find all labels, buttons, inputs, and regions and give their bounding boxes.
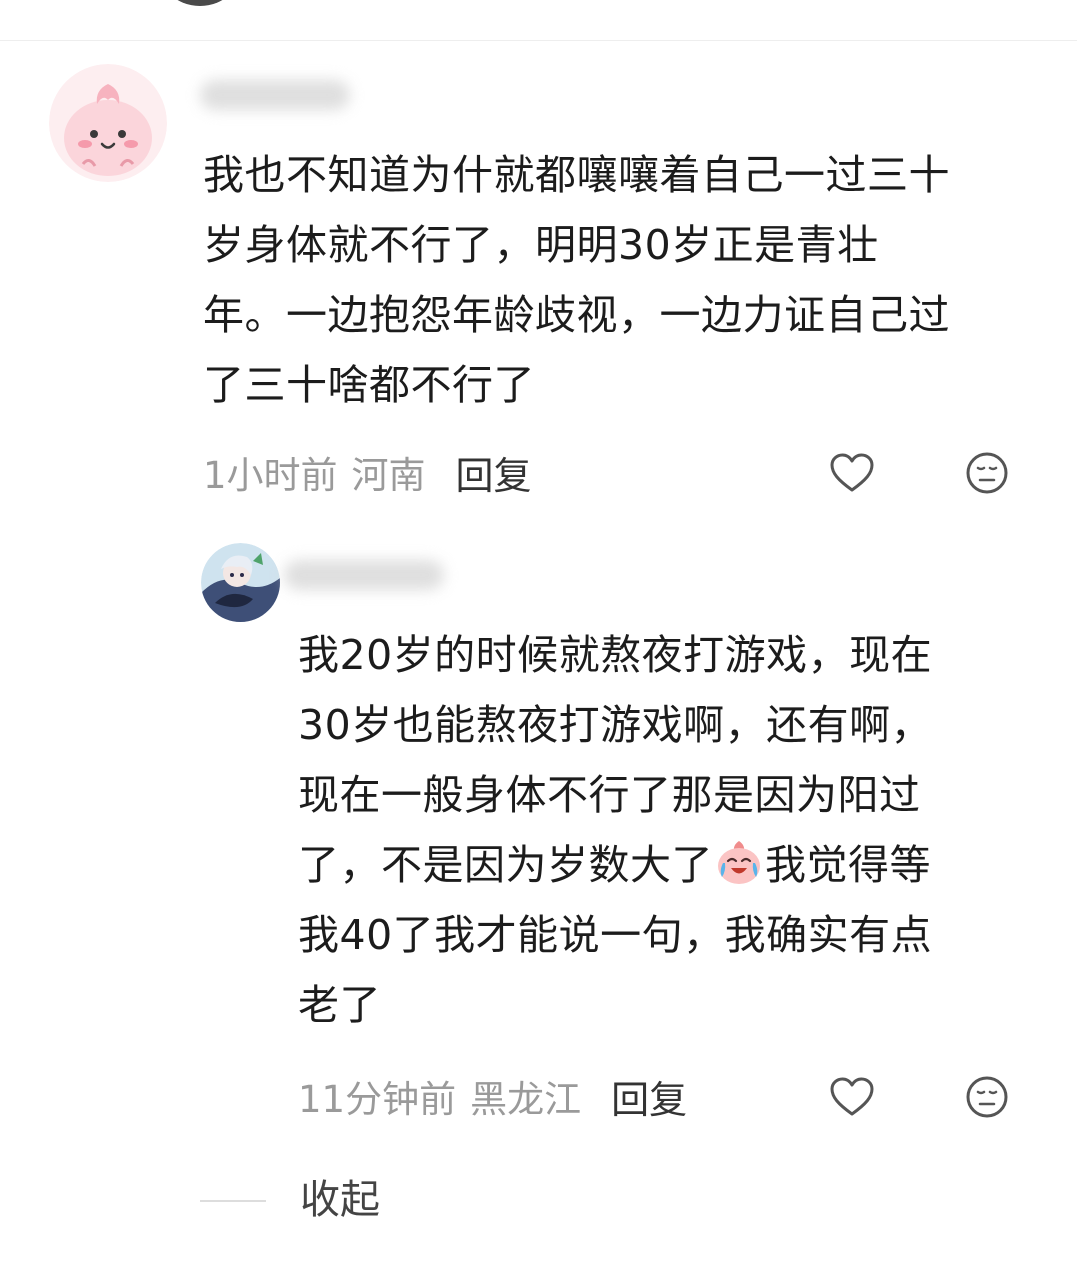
heart-icon xyxy=(830,1077,874,1116)
reply-button[interactable]: 回复 xyxy=(456,445,532,500)
anime-character-avatar-icon xyxy=(201,543,280,622)
reply-like-button[interactable] xyxy=(828,1073,876,1121)
reply-button[interactable]: 回复 xyxy=(611,1069,687,1124)
reply-line: 我40了我才能说一句，我确实有点 xyxy=(298,911,933,959)
crying-laughing-emoji-icon xyxy=(714,837,764,887)
reply-username-blurred[interactable] xyxy=(284,560,444,590)
like-button[interactable] xyxy=(828,449,876,497)
reply-meta: 11分钟前 黑龙江 回复 xyxy=(298,1069,687,1124)
reply-user-avatar[interactable] xyxy=(201,543,280,622)
reply-dislike-button[interactable] xyxy=(963,1073,1011,1121)
collapse-button[interactable]: 收起 xyxy=(300,1175,380,1225)
username-blurred[interactable] xyxy=(200,80,350,110)
neutral-face-icon xyxy=(966,452,1008,494)
reply-location: 黑龙江 xyxy=(470,1078,582,1121)
reply-line: 老了 xyxy=(298,981,381,1029)
comment-meta: 1小时前 河南 回复 xyxy=(203,445,532,500)
reply-body: 我20岁的时候就熬夜打游戏，现在 30岁也能熬夜打游戏啊，还有啊， 现在一般身体… xyxy=(298,620,932,1040)
neutral-face-icon xyxy=(966,1076,1008,1118)
peach-cartoon-avatar-icon xyxy=(49,64,167,182)
dislike-button[interactable] xyxy=(963,449,1011,497)
reply-line: 现在一般身体不行了那是因为阳过 xyxy=(298,771,921,819)
comment-location: 河南 xyxy=(351,454,426,497)
reply-line-text: 我觉得等 xyxy=(765,841,931,889)
reply-line-text: 了，不是因为岁数大了 xyxy=(298,841,713,889)
comment-time: 1小时前 xyxy=(203,454,338,497)
comment-thread: 我也不知道为什就都嚷嚷着自己一过三十 岁身体就不行了，明明30岁正是青壮 年。一… xyxy=(0,0,1077,1269)
reply-line: 了，不是因为岁数大了 我觉得等 xyxy=(298,830,932,900)
previous-avatar[interactable] xyxy=(155,0,245,6)
comment-line: 我也不知道为什就都嚷嚷着自己一过三十 xyxy=(203,151,950,199)
divider xyxy=(0,40,1077,41)
reply-time: 11分钟前 xyxy=(298,1078,457,1121)
comment-line: 年。一边抱怨年龄歧视，一边力证自己过 xyxy=(203,291,950,339)
comment-line: 岁身体就不行了，明明30岁正是青壮 xyxy=(203,221,879,269)
reply-line: 我20岁的时候就熬夜打游戏，现在 xyxy=(298,631,933,679)
reply-line: 30岁也能熬夜打游戏啊，还有啊， xyxy=(298,701,933,749)
collapse-divider xyxy=(200,1200,266,1202)
comment-body: 我也不知道为什就都嚷嚷着自己一过三十 岁身体就不行了，明明30岁正是青壮 年。一… xyxy=(203,140,950,420)
user-avatar[interactable] xyxy=(49,64,167,182)
heart-icon xyxy=(830,453,874,492)
comment-line: 了三十啥都不行了 xyxy=(203,361,535,409)
